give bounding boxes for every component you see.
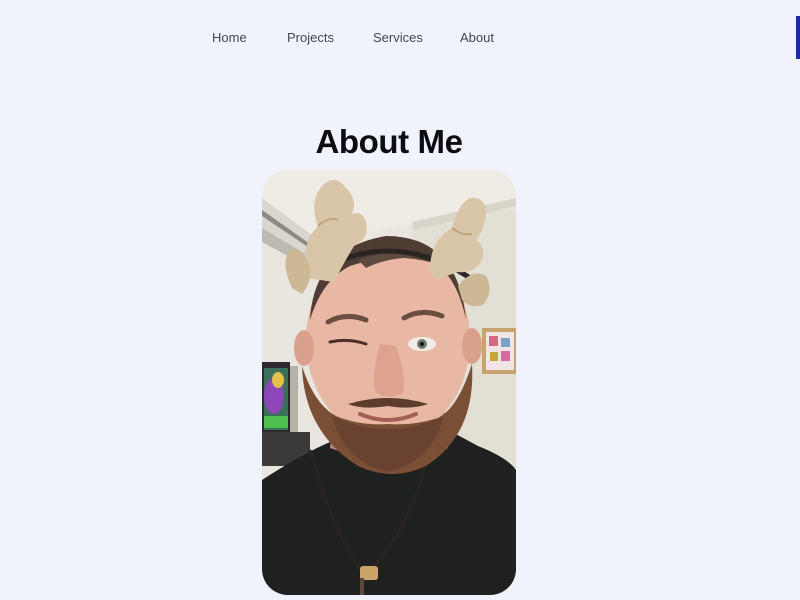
nav-link-projects[interactable]: Projects: [287, 30, 334, 45]
page: Home Projects Services About About Me: [0, 0, 800, 600]
edge-accent-bar: [796, 16, 800, 59]
nav-link-services[interactable]: Services: [373, 30, 423, 45]
profile-photo-illustration: [262, 170, 516, 595]
top-navigation: Home Projects Services About: [0, 27, 800, 49]
nav-link-about[interactable]: About: [460, 30, 494, 45]
profile-photo: [262, 170, 516, 595]
page-title: About Me: [315, 123, 463, 160]
nav-link-home[interactable]: Home: [212, 30, 247, 45]
